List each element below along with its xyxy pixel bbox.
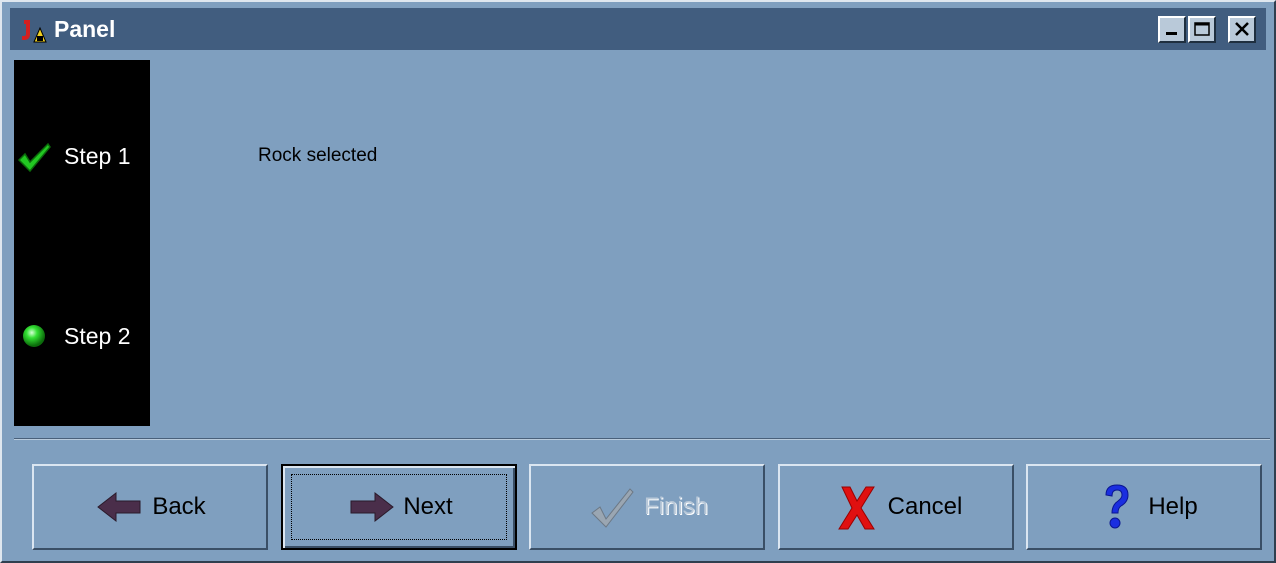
left-arrow-icon [97,491,141,523]
wizard-window: Panel Step 1 Step 2 Rock selected Back N… [0,0,1276,563]
close-icon [1235,22,1249,36]
next-label: Next [403,493,453,520]
content-message: Rock selected [258,145,378,166]
step-label: Step 2 [64,323,131,349]
maximize-icon [1194,22,1210,36]
red-x-icon [837,486,875,530]
checkmark-icon [17,142,51,173]
back-button[interactable]: Back [32,464,268,550]
next-button[interactable]: Next [281,464,517,550]
green-dot-icon [23,325,45,347]
step-item-1: Step 1 [14,138,150,174]
finish-label: Finish [643,493,709,520]
finish-button[interactable]: Finish [529,464,765,550]
back-label: Back [152,493,206,520]
steps-panel: Step 1 Step 2 [14,60,150,426]
cancel-label: Cancel [887,493,963,520]
minimize-icon [1166,32,1177,35]
right-arrow-icon [350,491,395,523]
button-separator [14,438,1270,440]
step-label: Step 1 [64,143,131,169]
help-button[interactable]: Help [1026,464,1262,550]
maximize-button[interactable] [1188,16,1216,43]
window-title: Panel [54,16,116,42]
close-button[interactable] [1228,16,1256,43]
checkmark-icon [591,488,634,528]
cancel-button[interactable]: Cancel [778,464,1014,550]
help-label: Help [1148,493,1198,520]
title-bar[interactable]: Panel [10,8,1266,50]
step-item-2: Step 2 [14,318,150,354]
minimize-button[interactable] [1158,16,1186,43]
question-mark-icon [1105,484,1129,529]
java-app-icon [22,20,47,43]
